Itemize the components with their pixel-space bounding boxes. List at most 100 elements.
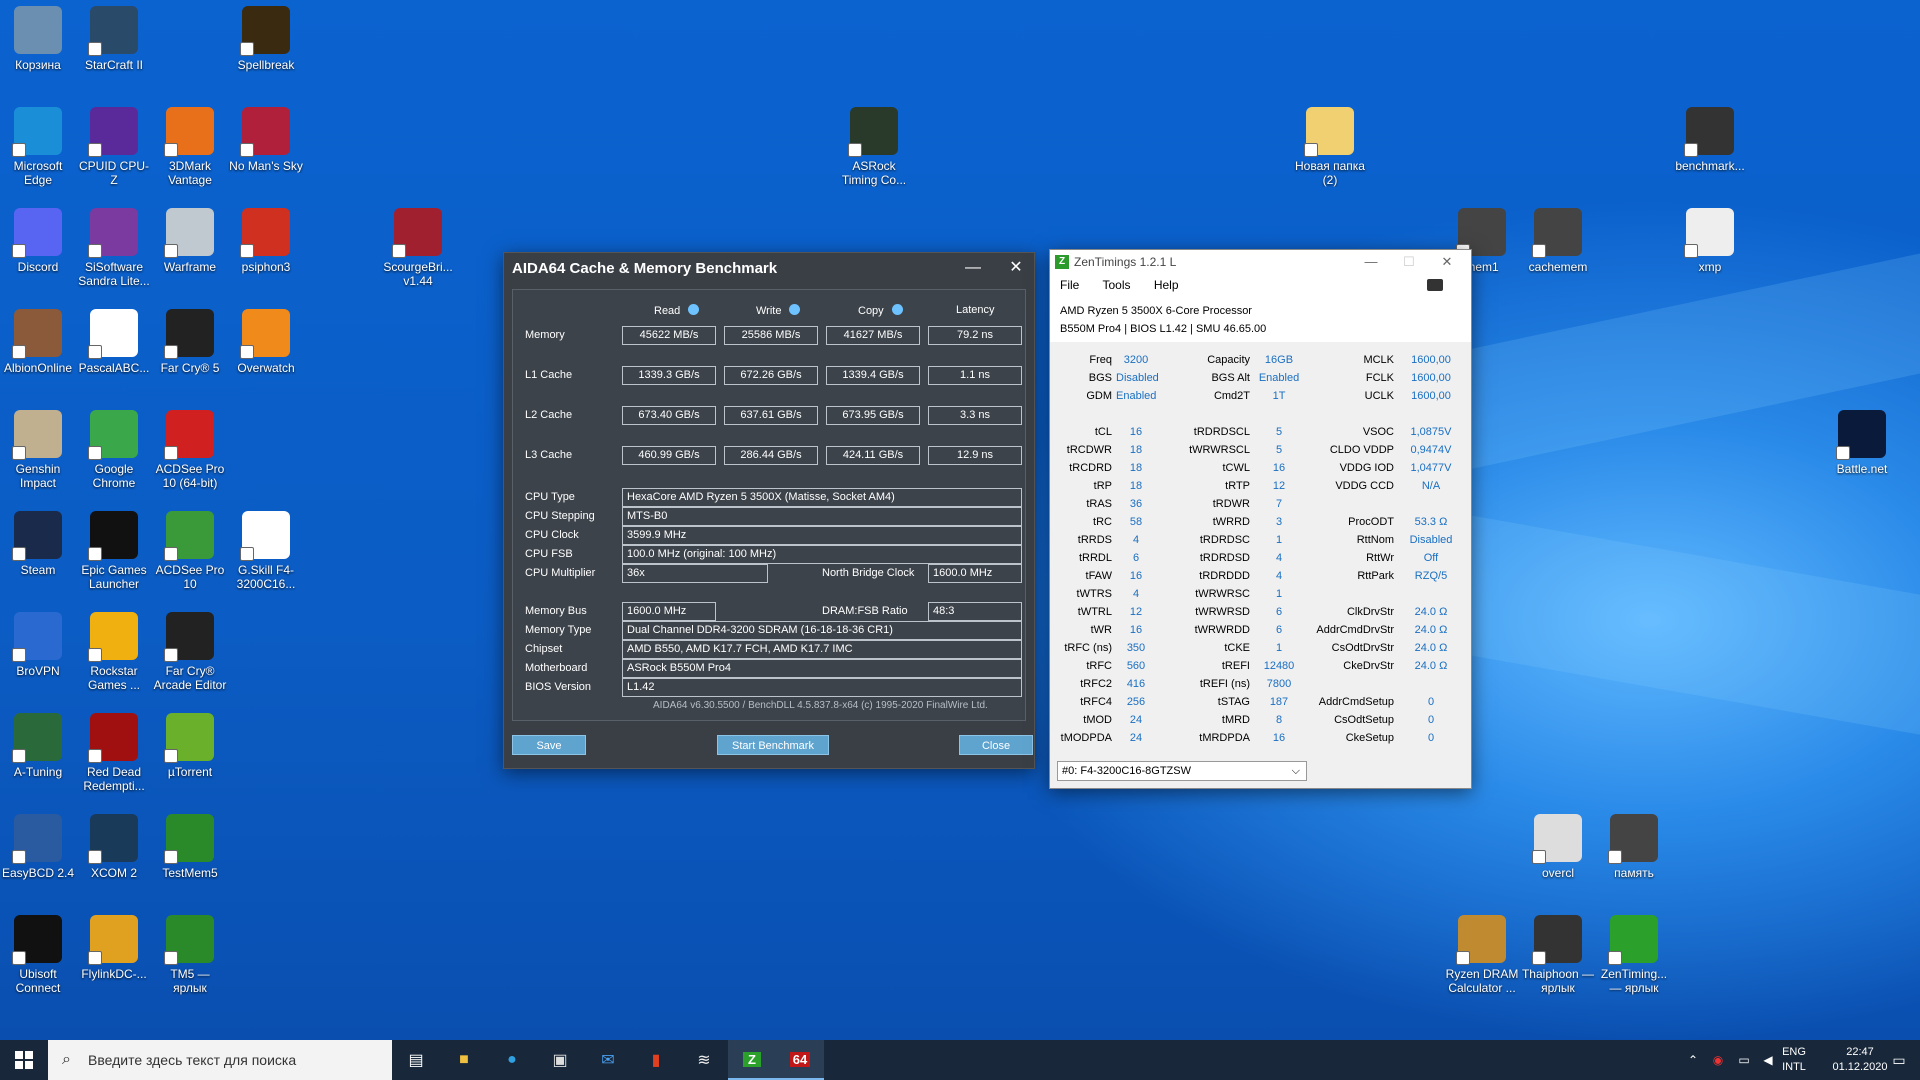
desktop-icon[interactable]: A-Tuning: [0, 713, 76, 779]
image-file-icon: [1684, 107, 1734, 157]
close-icon[interactable]: ✕: [1002, 257, 1030, 279]
camera-icon[interactable]: [1427, 279, 1443, 291]
save-button[interactable]: Save: [512, 735, 586, 755]
module-select[interactable]: #0: F4-3200C16-8GTZSW ⌵: [1057, 761, 1307, 781]
desktop-icon[interactable]: 3DMark Vantage: [152, 107, 228, 187]
result-value: 12.9 ns: [928, 446, 1022, 465]
desktop-icon[interactable]: overcl: [1520, 814, 1596, 880]
desktop-icon[interactable]: FlylinkDC-...: [76, 915, 152, 981]
stack-app-icon[interactable]: ≋: [680, 1040, 728, 1080]
start-button[interactable]: [0, 1040, 48, 1080]
timing-label: tCL: [1094, 426, 1112, 438]
desktop-icon-label: SiSoftware Sandra Lite...: [78, 260, 150, 288]
timing-label: tRFC4: [1080, 696, 1112, 708]
desktop-icon[interactable]: Thaiphoon — ярлык: [1520, 915, 1596, 995]
desktop-icon[interactable]: Новая папка (2): [1292, 107, 1368, 187]
desktop-icon[interactable]: Google Chrome: [76, 410, 152, 490]
desktop-icon[interactable]: xmp: [1672, 208, 1748, 274]
zentimings-taskbar-icon[interactable]: Z: [728, 1040, 776, 1080]
store-icon[interactable]: ▣: [536, 1040, 584, 1080]
desktop-icon[interactable]: CPUID CPU-Z: [76, 107, 152, 187]
desktop-icon[interactable]: µTorrent: [152, 713, 228, 779]
mobo-value: ASRock B550M Pro4: [622, 659, 1022, 678]
spellbreak-icon: [240, 6, 290, 56]
network-icon[interactable]: ▭: [1732, 1040, 1756, 1080]
desktop-icon[interactable]: память: [1596, 814, 1672, 880]
desktop-icon[interactable]: Epic Games Launcher: [76, 511, 152, 591]
desktop-icon[interactable]: G.Skill F4-3200C16...: [228, 511, 304, 591]
info-icon: [789, 304, 801, 315]
desktop-icon[interactable]: Ryzen DRAM Calculator ...: [1444, 915, 1520, 995]
desktop-icon-label: Discord: [17, 260, 59, 274]
desktop-icon[interactable]: Far Cry® 5: [152, 309, 228, 375]
desktop-icon[interactable]: Warframe: [152, 208, 228, 274]
desktop-icon-label: Ubisoft Connect: [15, 967, 61, 995]
timing-value: 18: [1129, 444, 1143, 456]
timing-value: 4: [1275, 552, 1283, 564]
desktop-icon[interactable]: ACDSee Pro 10 (64-bit): [152, 410, 228, 490]
desktop-icon[interactable]: Корзина: [0, 6, 76, 72]
desktop-icon[interactable]: cachemem: [1520, 208, 1596, 274]
notifications-icon[interactable]: ▭: [1878, 1040, 1920, 1080]
timing-value: 416: [1126, 678, 1146, 690]
menu-help[interactable]: Help: [1154, 278, 1179, 292]
desktop-icon[interactable]: No Man's Sky: [228, 107, 304, 173]
start-benchmark-button[interactable]: Start Benchmark: [717, 735, 829, 755]
task-view-icon[interactable]: ▤: [392, 1040, 440, 1080]
desktop-icon[interactable]: TestMem5: [152, 814, 228, 880]
desktop-icon[interactable]: AlbionOnline: [0, 309, 76, 375]
desktop-icon[interactable]: Steam: [0, 511, 76, 577]
brovpn-icon: [12, 612, 62, 662]
desktop-icon[interactable]: SiSoftware Sandra Lite...: [76, 208, 152, 288]
easybcd-icon: [12, 814, 62, 864]
desktop-icon[interactable]: ScourgeBri... v1.44: [380, 208, 456, 288]
maximize-button[interactable]: ☐: [1390, 250, 1428, 274]
desktop-icon[interactable]: Red Dead Redempti...: [76, 713, 152, 793]
desktop-icon[interactable]: Discord: [0, 208, 76, 274]
desktop-icon[interactable]: ACDSee Pro 10: [152, 511, 228, 591]
timing-label: AddrCmdSetup: [1318, 696, 1394, 708]
desktop-icon[interactable]: Overwatch: [228, 309, 304, 375]
search-input[interactable]: ⌕ Введите здесь текст для поиска: [48, 1040, 392, 1080]
desktop-icon[interactable]: Microsoft Edge: [0, 107, 76, 187]
desktop-icon[interactable]: StarCraft II: [76, 6, 152, 72]
file-explorer-icon[interactable]: ■: [440, 1040, 488, 1080]
zentimings-titlebar: Z ZenTimings 1.2.1 L — ☐ ✕: [1050, 250, 1471, 274]
desktop-icon[interactable]: psiphon3: [228, 208, 304, 274]
cpu-stepping-value: MTS-B0: [622, 507, 1022, 526]
desktop-icon[interactable]: Rockstar Games ...: [76, 612, 152, 692]
aida64-title: AIDA64 Cache & Memory Benchmark: [512, 260, 778, 277]
office-icon[interactable]: ▮: [632, 1040, 680, 1080]
desktop-icon[interactable]: BroVPN: [0, 612, 76, 678]
desktop-icon[interactable]: XCOM 2: [76, 814, 152, 880]
timing-value: 3200: [1123, 354, 1149, 366]
desktop-icon[interactable]: Far Cry® Arcade Editor: [152, 612, 228, 692]
minimize-button[interactable]: —: [959, 257, 987, 279]
aida64-taskbar-icon[interactable]: 64: [776, 1040, 824, 1080]
desktop-icon[interactable]: Ubisoft Connect: [0, 915, 76, 995]
mail-icon[interactable]: ✉: [584, 1040, 632, 1080]
desktop-icon[interactable]: Spellbreak: [228, 6, 304, 72]
antivirus-tray-icon[interactable]: ◉: [1706, 1040, 1730, 1080]
desktop-icon[interactable]: EasyBCD 2.4: [0, 814, 76, 880]
desktop-icon[interactable]: Battle.net: [1824, 410, 1900, 476]
desktop-icon[interactable]: Genshin Impact: [0, 410, 76, 490]
desktop-icon[interactable]: TM5 — ярлык: [152, 915, 228, 995]
edge-taskbar-icon[interactable]: ●: [488, 1040, 536, 1080]
menu-tools[interactable]: Tools: [1102, 278, 1130, 292]
timing-value: 1600,00: [1411, 354, 1451, 366]
timing-value: 560: [1126, 660, 1146, 672]
menu-file[interactable]: File: [1060, 278, 1079, 292]
desktop-icon[interactable]: ZenTiming... — ярлык: [1596, 915, 1672, 995]
desktop-icon-label: Microsoft Edge: [13, 159, 63, 187]
timing-label: tRDWR: [1212, 498, 1250, 510]
desktop-icon[interactable]: PascalABC...: [76, 309, 152, 375]
minimize-button[interactable]: —: [1352, 250, 1390, 274]
desktop-icon-label: TM5 — ярлык: [170, 967, 210, 995]
chevron-up-icon[interactable]: ⌃: [1682, 1040, 1704, 1080]
language-indicator[interactable]: ENG INTL: [1774, 1045, 1814, 1075]
close-icon[interactable]: ✕: [1428, 250, 1466, 274]
desktop-icon[interactable]: benchmark...: [1672, 107, 1748, 173]
desktop-icon[interactable]: ASRock Timing Co...: [836, 107, 912, 187]
close-button[interactable]: Close: [959, 735, 1033, 755]
